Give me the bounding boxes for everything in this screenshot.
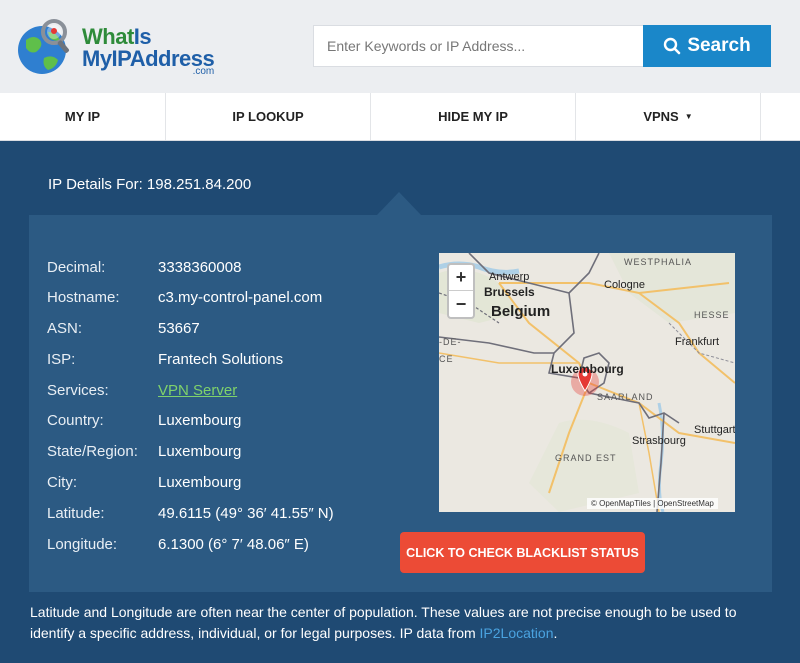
nav-item-hide-my-ip[interactable]: HIDE MY IP bbox=[371, 93, 576, 140]
search-button[interactable]: Search bbox=[643, 25, 771, 67]
nav-item-label: HIDE MY IP bbox=[438, 109, 508, 124]
detail-value: Frantech Solutions bbox=[158, 351, 284, 368]
location-map[interactable]: Antwerp WESTPHALIA Brussels Cologne Belg… bbox=[439, 253, 735, 512]
site-header: WhatIs MyIPAddress .com Search bbox=[0, 0, 800, 93]
map-label-frankfurt: Frankfurt bbox=[675, 336, 720, 348]
map-label-antwerp: Antwerp bbox=[489, 271, 530, 283]
map-label-cologne: Cologne bbox=[604, 279, 645, 291]
map-label-de: -DE- bbox=[439, 337, 462, 347]
disclaimer-end: . bbox=[553, 625, 558, 641]
location-disclaimer: Latitude and Longitude are often near th… bbox=[30, 602, 775, 644]
ip-details-title: IP Details For: 198.251.84.200 bbox=[48, 176, 252, 193]
search-icon bbox=[664, 37, 681, 55]
detail-label: Services: bbox=[47, 382, 109, 399]
ip2location-link[interactable]: IP2Location bbox=[480, 625, 554, 641]
map-attribution[interactable]: © OpenMapTiles | OpenStreetMap bbox=[587, 498, 718, 509]
logo-text: WhatIs MyIPAddress .com bbox=[82, 26, 215, 78]
detail-value: Luxembourg bbox=[158, 474, 242, 491]
detail-value: 49.6115 (49° 36′ 41.55″ N) bbox=[158, 505, 334, 522]
nav-item-label: VPNS bbox=[643, 109, 679, 124]
map-label-brussels: Brussels bbox=[484, 285, 535, 299]
detail-label: Latitude: bbox=[47, 505, 105, 522]
map-label-strasbourg: Strasbourg bbox=[632, 435, 686, 447]
map-zoom-control: + − bbox=[447, 263, 475, 319]
detail-value: Luxembourg bbox=[158, 412, 242, 429]
map-label-luxembourg: Luxembourg bbox=[551, 362, 624, 376]
detail-value: c3.my-control-panel.com bbox=[158, 289, 323, 306]
detail-value: 3338360008 bbox=[158, 259, 242, 276]
detail-label: State/Region: bbox=[47, 443, 138, 460]
search-input[interactable] bbox=[313, 25, 643, 67]
detail-value: 53667 bbox=[158, 320, 200, 337]
map-label-grand-est: GRAND EST bbox=[555, 453, 617, 463]
map-label-saarland: SAARLAND bbox=[597, 392, 654, 402]
nav-item-label: IP LOOKUP bbox=[232, 109, 304, 124]
detail-value: 6.1300 (6° 7′ 48.06″ E) bbox=[158, 536, 309, 553]
nav-item-my-ip[interactable]: MY IP bbox=[0, 93, 166, 140]
detail-value: Luxembourg bbox=[158, 443, 242, 460]
detail-label: ASN: bbox=[47, 320, 83, 337]
detail-label: City: bbox=[47, 474, 77, 491]
detail-label: Decimal: bbox=[47, 259, 106, 276]
disclaimer-text: Latitude and Longitude are often near th… bbox=[30, 604, 737, 641]
nav-item-label: MY IP bbox=[64, 109, 101, 124]
nav-item-ip-lookup[interactable]: IP LOOKUP bbox=[166, 93, 371, 140]
map-label-ce: CE bbox=[439, 354, 454, 364]
chevron-down-icon: ▼ bbox=[684, 112, 693, 121]
globe-icon bbox=[18, 19, 69, 74]
detail-label: Hostname: bbox=[47, 289, 120, 306]
main-nav: MY IP IP LOOKUP HIDE MY IP VPNS ▼ bbox=[0, 93, 800, 141]
nav-item-vpns[interactable]: VPNS ▼ bbox=[576, 93, 761, 140]
check-blacklist-button[interactable]: CLICK TO CHECK BLACKLIST STATUS bbox=[400, 532, 645, 573]
search-button-label: Search bbox=[687, 35, 751, 56]
site-logo[interactable]: WhatIs MyIPAddress .com bbox=[14, 18, 215, 80]
map-label-stuttgart: Stuttgart bbox=[694, 424, 735, 436]
detail-label: Country: bbox=[47, 412, 104, 429]
map-label-westphalia: WESTPHALIA bbox=[624, 257, 693, 267]
zoom-out-button[interactable]: − bbox=[449, 291, 473, 317]
map-label-hesse: HESSE bbox=[694, 310, 730, 320]
map-label-belgium: Belgium bbox=[491, 303, 551, 320]
detail-label: Longitude: bbox=[47, 536, 118, 553]
zoom-in-button[interactable]: + bbox=[449, 265, 473, 291]
vpn-server-link[interactable]: VPN Server bbox=[158, 382, 237, 399]
detail-label: ISP: bbox=[47, 351, 76, 368]
panel-notch bbox=[377, 192, 421, 215]
